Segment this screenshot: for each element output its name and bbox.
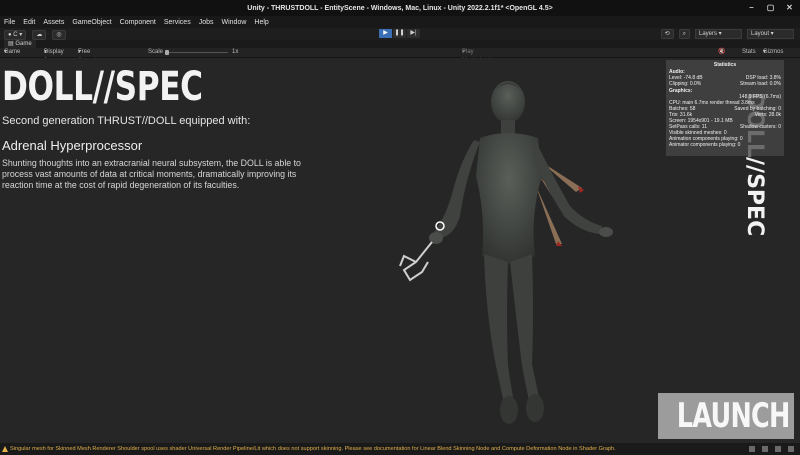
history-icon[interactable]: ⟲ [660,29,674,39]
menu-item-file[interactable]: File [4,19,15,26]
scale-value: 1x [232,49,239,55]
play-mode-dropdown[interactable]: Play Maximized ▾ [462,48,491,64]
mute-audio-icon[interactable]: 🔇 [718,48,725,57]
status-bar[interactable]: Singular mesh for Skinned Mesh Renderer … [0,443,800,455]
subtitle: Second generation THRUST//DOLL equipped … [2,115,251,127]
display-dropdown[interactable]: Display 1 ▾ [44,48,64,64]
progress-icon[interactable] [762,446,768,452]
scale-slider-track[interactable] [166,52,228,53]
menu-item-edit[interactable]: Edit [23,19,35,26]
game-mode-dropdown[interactable]: Game ▾ [4,48,20,57]
notifications-icon[interactable] [749,446,755,452]
tab-game[interactable]: ▤ Game [4,40,36,48]
cloud-icon[interactable]: ☁ [32,30,47,40]
feature-heading: Adrenal Hyperprocessor [2,138,143,153]
scale-label: Scale [148,49,164,55]
menu-item-jobs[interactable]: Jobs [199,19,214,26]
pause-icon[interactable]: ❚❚ [393,29,406,38]
stats-title: Statistics [713,62,737,68]
tab-game-label: Game [15,41,32,47]
collab-icon[interactable]: ◎ [52,30,66,40]
stats-clipping: Clipping: 0.0% [669,81,702,87]
menu-bar: File Edit Assets GameObject Component Se… [0,16,800,28]
layers-dropdown[interactable]: Layers ▾ [695,29,742,39]
stats-shadow: Shadow casters: 0 [739,124,781,130]
gizmos-dropdown[interactable]: Gizmos ▾ [763,48,783,57]
statistics-panel: Statistics Audio: Level: -74.8 dB DSP loa… [666,60,784,156]
game-viewport[interactable]: DOLL//SPEC Second generation THRUST//DOL… [0,58,800,443]
settings-icon[interactable] [788,446,794,452]
doll-character-model [399,81,613,424]
stats-stream: Stream load: 0.0% [739,81,781,87]
layout-dropdown[interactable]: Layout ▾ [747,29,794,39]
account-label: C [13,32,18,38]
status-icons [749,446,794,452]
scale-slider-handle[interactable] [165,50,169,55]
minimize-icon[interactable]: – [747,3,756,12]
launch-label: LAUNCH [676,396,791,436]
step-icon[interactable]: ▶| [407,29,420,38]
status-message[interactable]: Singular mesh for Skinned Mesh Renderer … [10,443,616,455]
play-icon[interactable]: ▶ [379,29,392,38]
aspect-dropdown[interactable]: Free Aspect ▾ [78,48,96,64]
stats-graphics-label: Graphics: [669,88,693,94]
tab-bar: ▤ Game [0,40,800,48]
page-title: DOLL//SPEC [2,64,203,110]
warning-icon [2,446,8,452]
game-mode-label: Game [4,49,21,55]
playback-controls: ▶ ❚❚ ▶| [379,29,420,38]
window-title: Unity - THRUSTDOLL - EntityScene - Windo… [247,4,553,12]
window-controls: – ▢ ✕ [747,3,794,12]
feature-description: Shunting thoughts into an extracranial n… [2,158,301,190]
menu-item-gameobject[interactable]: GameObject [72,19,111,26]
menu-item-services[interactable]: Services [164,19,191,26]
stats-toggle[interactable]: Stats [742,48,756,57]
game-view-toolbar: Game ▾ Display 1 ▾ Free Aspect ▾ Scale 1… [0,48,800,64]
search-icon[interactable]: ⌕ [678,29,690,39]
layers-label: Layers [699,31,718,37]
stats-verts: Verts: 28.0k [754,112,781,118]
menu-item-component[interactable]: Component [120,19,156,26]
launch-button[interactable]: LAUNCH [658,393,794,439]
gizmos-label: Gizmos [763,49,784,55]
debug-icon[interactable] [775,446,781,452]
menu-item-help[interactable]: Help [254,19,268,26]
stats-anim2: Animator components playing: 0 [669,142,741,148]
menu-item-assets[interactable]: Assets [43,19,64,26]
account-dropdown[interactable]: ● C ▾ [4,30,27,40]
maximize-icon[interactable]: ▢ [766,3,775,12]
window-titlebar: Unity - THRUSTDOLL - EntityScene - Windo… [0,0,800,16]
layout-label: Layout [751,31,770,37]
close-icon[interactable]: ✕ [785,3,794,12]
menu-item-window[interactable]: Window [222,19,247,26]
